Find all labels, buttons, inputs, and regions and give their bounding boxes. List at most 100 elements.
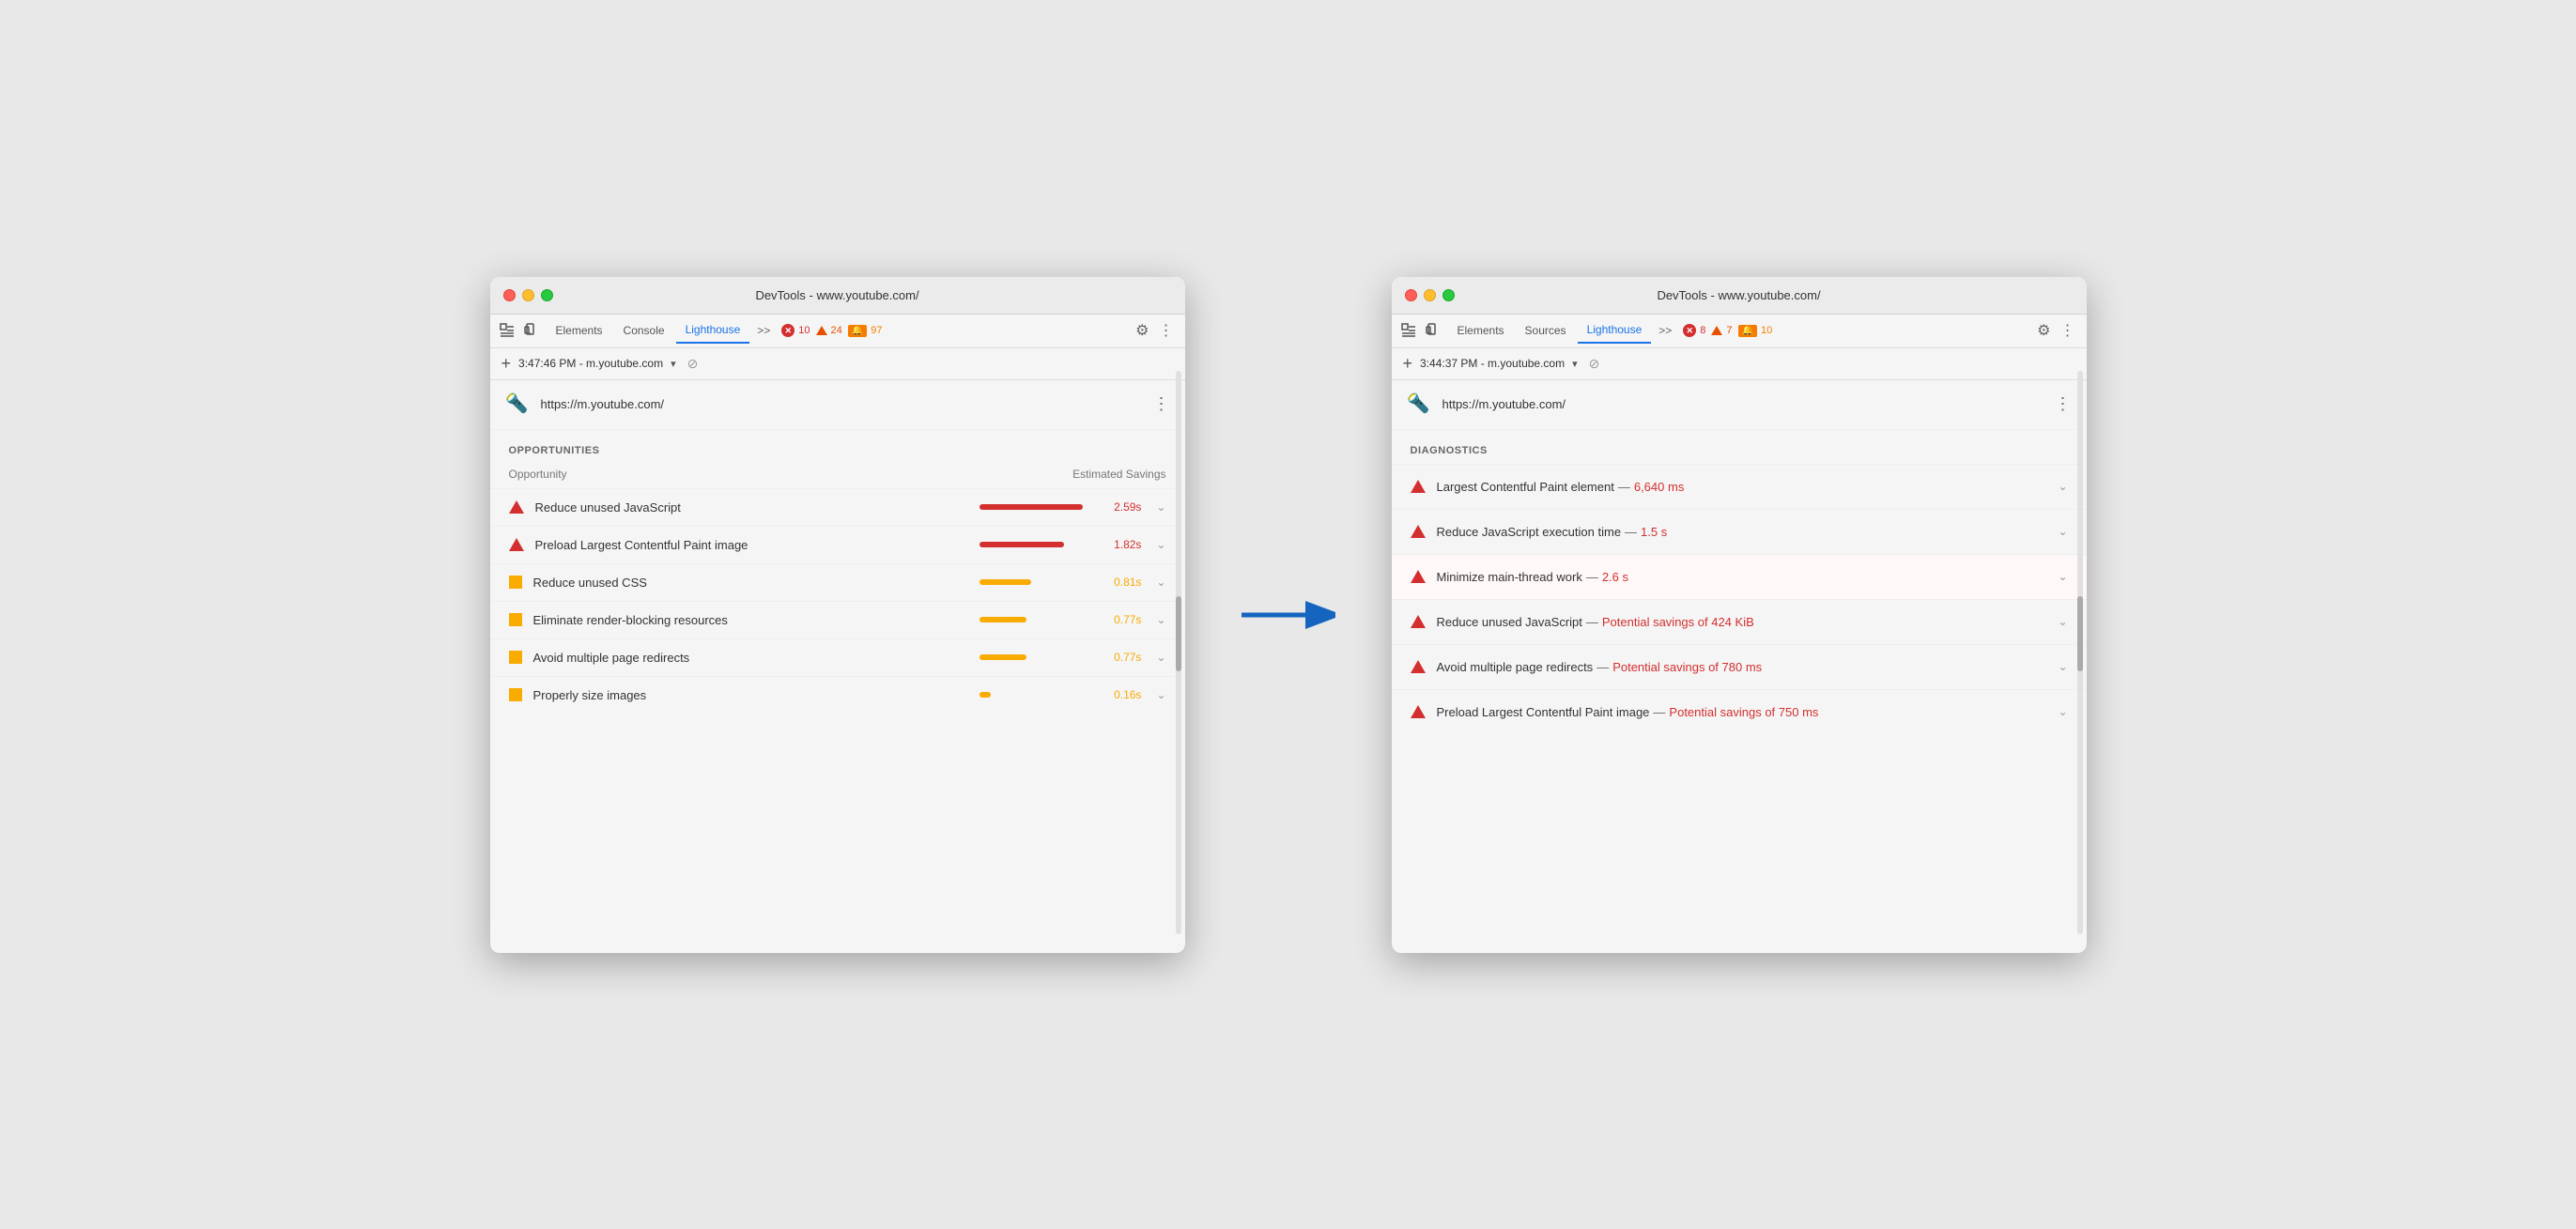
right-add-button[interactable]: + bbox=[1403, 355, 1413, 372]
right-scrollbar-track[interactable] bbox=[2077, 371, 2083, 934]
left-opportunity-row-0[interactable]: Reduce unused JavaScript2.59s⌄ bbox=[490, 488, 1185, 526]
left-device-icon[interactable] bbox=[522, 321, 541, 340]
right-badge-info[interactable]: 🔔 10 bbox=[1738, 325, 1773, 337]
diag-dash: — bbox=[1586, 570, 1598, 584]
left-opportunity-rows: Reduce unused JavaScript2.59s⌄Preload La… bbox=[490, 488, 1185, 714]
savings-bar bbox=[979, 579, 1031, 585]
right-lighthouse-icon: 🔦 bbox=[1407, 392, 1433, 418]
right-tab-badges: ✕ 8 7 🔔 10 bbox=[1683, 324, 1772, 337]
row-expand-chevron[interactable]: ⌄ bbox=[1156, 500, 1165, 514]
left-toolbar: + 3:47:46 PM - m.youtube.com ▾ ⊘ bbox=[490, 348, 1185, 380]
left-lighthouse-icon: 🔦 bbox=[505, 392, 532, 418]
diag-value: Potential savings of 780 ms bbox=[1612, 660, 1762, 674]
right-maximize-button[interactable] bbox=[1442, 289, 1455, 301]
right-badge-warnings[interactable]: 7 bbox=[1711, 325, 1732, 336]
right-info-icon: 🔔 bbox=[1738, 325, 1757, 337]
right-inspect-icon[interactable] bbox=[1399, 321, 1418, 340]
row-label: Properly size images bbox=[533, 688, 969, 702]
right-error-count: 8 bbox=[1700, 325, 1705, 336]
savings-bar bbox=[979, 542, 1064, 547]
left-traffic-lights bbox=[503, 289, 553, 301]
row-expand-chevron[interactable]: ⌄ bbox=[1156, 538, 1165, 551]
row-expand-chevron[interactable]: ⌄ bbox=[1156, 651, 1165, 664]
diag-expand-chevron[interactable]: ⌄ bbox=[2058, 660, 2067, 673]
right-scrollbar-thumb[interactable] bbox=[2077, 596, 2083, 671]
diag-expand-chevron[interactable]: ⌄ bbox=[2058, 525, 2067, 538]
right-diagnostic-row-3[interactable]: Reduce unused JavaScript — Potential sav… bbox=[1392, 599, 2087, 644]
diag-expand-chevron[interactable]: ⌄ bbox=[2058, 705, 2067, 718]
diag-text: Preload Largest Contentful Paint image —… bbox=[1437, 705, 1819, 719]
left-badge-errors[interactable]: ✕ 10 bbox=[781, 324, 810, 337]
right-diagnostic-row-1[interactable]: Reduce JavaScript execution time — 1.5 s… bbox=[1392, 509, 2087, 554]
savings-value: 0.81s bbox=[1103, 576, 1141, 589]
right-url-dropdown[interactable]: ▾ bbox=[1572, 358, 1578, 370]
left-badge-info[interactable]: 🔔 97 bbox=[848, 325, 883, 337]
left-scrollbar-thumb[interactable] bbox=[1176, 596, 1181, 671]
right-warning-count: 7 bbox=[1726, 325, 1732, 336]
diag-label: Reduce JavaScript execution time bbox=[1437, 525, 1622, 539]
left-lighthouse-url: https://m.youtube.com/ bbox=[541, 397, 1144, 411]
left-settings-icon[interactable]: ⚙ bbox=[1132, 317, 1152, 344]
left-opportunity-row-3[interactable]: Eliminate render-blocking resources0.77s… bbox=[490, 601, 1185, 638]
right-settings-icon[interactable]: ⚙ bbox=[2033, 317, 2054, 344]
left-url-dropdown[interactable]: ▾ bbox=[671, 358, 676, 370]
right-tab-sources[interactable]: Sources bbox=[1516, 318, 1576, 343]
left-minimize-button[interactable] bbox=[522, 289, 534, 301]
left-opportunity-row-1[interactable]: Preload Largest Contentful Paint image1.… bbox=[490, 526, 1185, 563]
red-triangle-icon bbox=[509, 538, 524, 551]
right-tab-lighthouse[interactable]: Lighthouse bbox=[1578, 317, 1652, 344]
savings-value: 0.77s bbox=[1103, 613, 1141, 626]
diag-value: 1.5 s bbox=[1641, 525, 1667, 539]
left-opportunity-row-4[interactable]: Avoid multiple page redirects0.77s⌄ bbox=[490, 638, 1185, 676]
diag-red-triangle-icon bbox=[1411, 615, 1426, 628]
left-lighthouse-more[interactable]: ⋮ bbox=[1153, 394, 1170, 414]
left-opportunity-row-5[interactable]: Properly size images0.16s⌄ bbox=[490, 676, 1185, 714]
right-diagnostic-row-0[interactable]: Largest Contentful Paint element — 6,640… bbox=[1392, 464, 2087, 509]
diag-dash: — bbox=[1597, 660, 1609, 674]
diag-red-triangle-icon bbox=[1411, 570, 1426, 583]
right-minimize-button[interactable] bbox=[1424, 289, 1436, 301]
right-devtools-window: DevTools - www.youtube.com/ bbox=[1392, 277, 2087, 953]
diag-expand-chevron[interactable]: ⌄ bbox=[2058, 615, 2067, 628]
left-tab-elements[interactable]: Elements bbox=[547, 318, 612, 343]
left-tab-lighthouse[interactable]: Lighthouse bbox=[676, 317, 750, 344]
diag-dash: — bbox=[1653, 705, 1665, 719]
left-column-headers: Opportunity Estimated Savings bbox=[490, 464, 1185, 488]
left-col-opportunity: Opportunity bbox=[509, 468, 567, 481]
row-expand-chevron[interactable]: ⌄ bbox=[1156, 576, 1165, 589]
diag-expand-chevron[interactable]: ⌄ bbox=[2058, 480, 2067, 493]
right-device-icon[interactable] bbox=[1424, 321, 1442, 340]
right-diagnostic-row-4[interactable]: Avoid multiple page redirects — Potentia… bbox=[1392, 644, 2087, 689]
right-lighthouse-header: 🔦 https://m.youtube.com/ ⋮ bbox=[1392, 380, 2087, 430]
right-tab-overflow[interactable]: >> bbox=[1653, 320, 1677, 341]
row-expand-chevron[interactable]: ⌄ bbox=[1156, 688, 1165, 701]
row-expand-chevron[interactable]: ⌄ bbox=[1156, 613, 1165, 626]
left-opportunity-row-2[interactable]: Reduce unused CSS0.81s⌄ bbox=[490, 563, 1185, 601]
left-more-icon[interactable]: ⋮ bbox=[1155, 317, 1178, 344]
diag-text: Reduce unused JavaScript — Potential sav… bbox=[1437, 615, 1754, 629]
right-diagnostic-row-5[interactable]: Preload Largest Contentful Paint image —… bbox=[1392, 689, 2087, 734]
right-lighthouse-more[interactable]: ⋮ bbox=[2055, 394, 2072, 414]
left-maximize-button[interactable] bbox=[541, 289, 553, 301]
diag-expand-chevron[interactable]: ⌄ bbox=[2058, 570, 2067, 583]
right-diagnostic-row-2[interactable]: Minimize main-thread work — 2.6 s ⌄ bbox=[1392, 554, 2087, 599]
left-tab-console[interactable]: Console bbox=[614, 318, 674, 343]
diag-text: Minimize main-thread work — 2.6 s bbox=[1437, 570, 1629, 584]
right-error-icon: ✕ bbox=[1683, 324, 1696, 337]
right-badge-errors[interactable]: ✕ 8 bbox=[1683, 324, 1705, 337]
diag-dash: — bbox=[1625, 525, 1637, 539]
savings-bar-container bbox=[979, 692, 1092, 698]
left-cancel-icon[interactable]: ⊘ bbox=[687, 356, 699, 372]
left-close-button[interactable] bbox=[503, 289, 516, 301]
right-more-icon[interactable]: ⋮ bbox=[2057, 317, 2079, 344]
left-inspect-icon[interactable] bbox=[498, 321, 517, 340]
right-close-button[interactable] bbox=[1405, 289, 1417, 301]
right-cancel-icon[interactable]: ⊘ bbox=[1589, 356, 1600, 372]
diag-label: Minimize main-thread work bbox=[1437, 570, 1582, 584]
left-add-button[interactable]: + bbox=[501, 355, 512, 372]
left-scrollbar-track[interactable] bbox=[1176, 371, 1181, 934]
diag-red-triangle-icon bbox=[1411, 660, 1426, 673]
right-tab-elements[interactable]: Elements bbox=[1448, 318, 1514, 343]
left-tab-overflow[interactable]: >> bbox=[751, 320, 776, 341]
left-badge-warnings[interactable]: 24 bbox=[816, 325, 842, 336]
